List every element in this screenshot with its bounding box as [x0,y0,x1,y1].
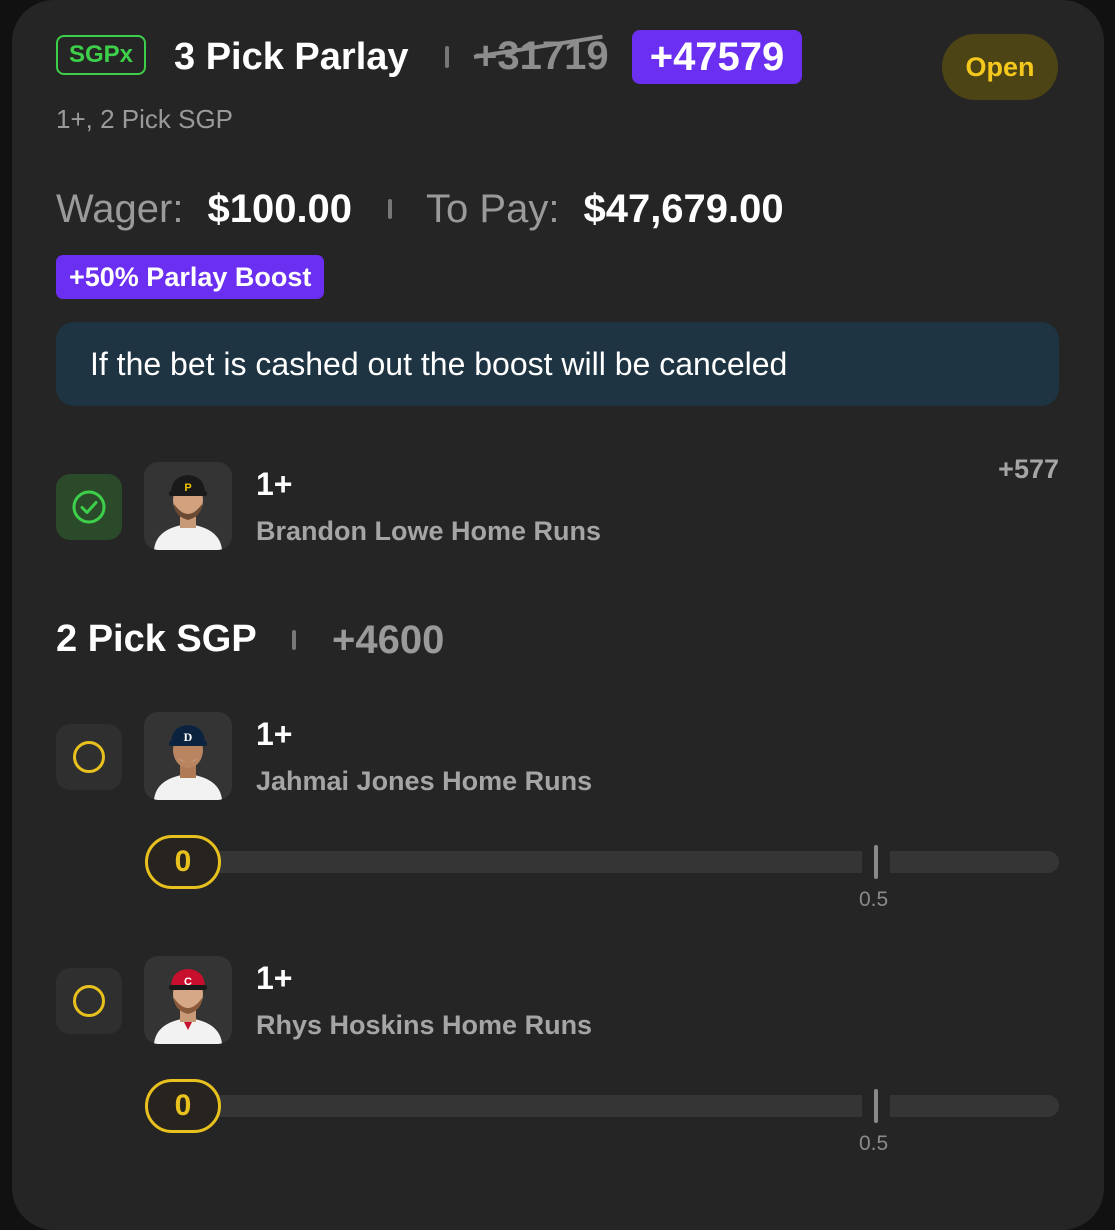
progress-track [184,1095,1059,1117]
leg-status-won [56,474,122,540]
svg-text:D: D [184,730,193,744]
group-divider [292,630,296,650]
progress-track [184,851,1059,873]
player-avatar: P [144,462,232,550]
original-odds: +31719 [473,34,609,78]
status-badge: Open [942,34,1058,100]
check-circle-icon [72,490,106,524]
svg-text:C: C [184,976,192,988]
group-odds: +4600 [332,618,445,662]
leg-description: Rhys Hoskins Home Runs [256,1010,593,1040]
bet-title: 3 Pick Parlay [174,36,409,78]
cashout-notice: If the bet is cashed out the boost will … [56,322,1059,406]
payout-label: To Pay: [426,186,560,231]
target-marker [874,845,878,879]
leg-status-open [56,724,122,790]
leg-description: Brandon Lowe Home Runs [256,516,602,546]
player-headshot-icon: C [154,969,222,1044]
leg-line: 1+ [256,466,293,502]
progress-value: 0 [145,835,221,889]
target-label: 0.5 [859,888,889,911]
group-title: 2 Pick SGP [56,618,257,660]
target-marker [874,1089,878,1123]
bet-card[interactable] [12,0,1104,1230]
player-headshot-icon: P [154,475,222,550]
wager-row: Wager: $100.00 To Pay: $47,679.00 [56,186,784,232]
player-headshot-icon: D [154,725,222,800]
progress-value: 0 [145,1079,221,1133]
open-circle-icon [73,741,105,773]
wager-label: Wager: [56,186,184,231]
parlay-boost-tag: +50% Parlay Boost [56,255,325,299]
cashout-notice-text: If the bet is cashed out the boost will … [90,345,788,382]
player-avatar: C [144,956,232,1044]
leg-line: 1+ [256,716,293,752]
leg-odds: +577 [998,454,1059,484]
payout-value: $47,679.00 [583,186,784,231]
title-divider [445,46,449,68]
svg-text:P: P [184,482,191,494]
leg-status-open [56,968,122,1034]
boosted-odds: +47579 [632,30,802,84]
sgpx-badge: SGPx [56,35,146,75]
target-label: 0.5 [859,1132,889,1155]
player-avatar: D [144,712,232,800]
wager-value: $100.00 [207,186,353,231]
leg-description: Jahmai Jones Home Runs [256,766,593,796]
bet-subtitle: 1+, 2 Pick SGP [56,104,234,134]
wager-divider [388,199,393,219]
leg-line: 1+ [256,960,293,996]
open-circle-icon [73,985,105,1017]
